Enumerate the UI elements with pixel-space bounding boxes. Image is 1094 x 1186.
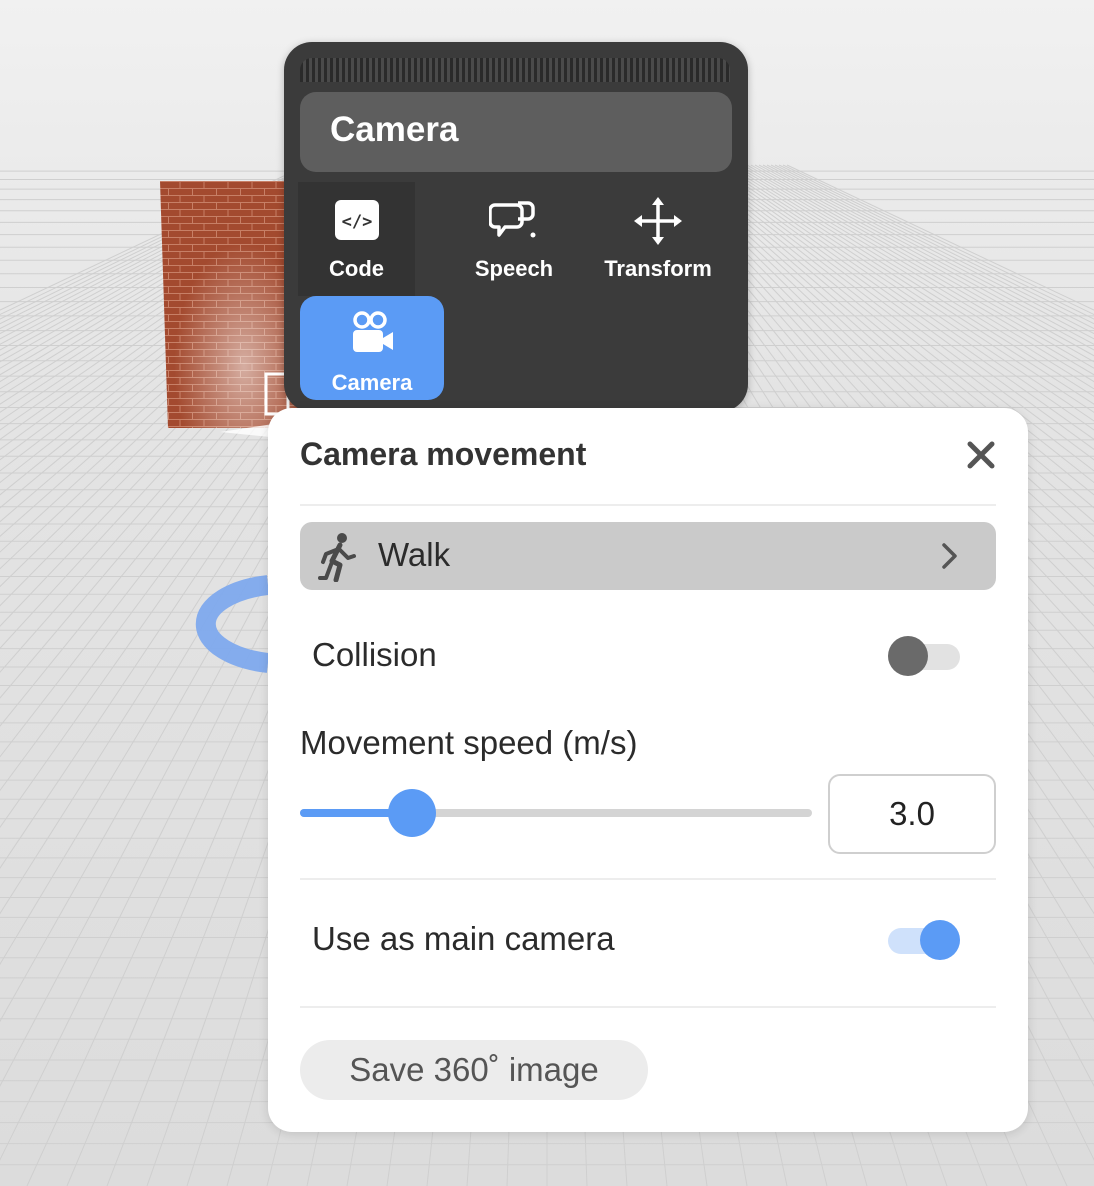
movement-speed-label: Movement speed (m/s) xyxy=(300,724,638,761)
tab-camera-label: Camera xyxy=(331,370,413,395)
main-camera-label: Use as main camera xyxy=(312,920,615,957)
svg-text:</>: </> xyxy=(341,212,372,232)
toggle-knob xyxy=(888,636,928,676)
movement-speed-input[interactable] xyxy=(828,774,996,854)
brick-wall[interactable] xyxy=(160,181,300,428)
close-icon[interactable] xyxy=(964,438,998,472)
main-camera-toggle[interactable] xyxy=(888,920,960,960)
speech-bubble-icon xyxy=(489,201,536,238)
walking-person-icon xyxy=(318,533,356,582)
movement-mode-selector[interactable]: Walk xyxy=(300,522,996,590)
component-panel: Camera </> Code Speech Transform Camera xyxy=(284,42,748,412)
movement-speed-slider[interactable] xyxy=(300,788,812,838)
movement-mode-label: Walk xyxy=(378,536,451,573)
chevron-right-icon xyxy=(942,543,957,569)
save-360-image-button[interactable]: Save 360˚ image xyxy=(300,1040,648,1100)
divider xyxy=(300,504,996,506)
panel-title: Camera movement xyxy=(300,436,587,472)
drag-handle[interactable] xyxy=(300,58,730,82)
tab-code-label: Code xyxy=(329,256,384,281)
camera-properties-panel: Camera movement Walk Collision Movement … xyxy=(268,408,1028,1132)
slider-fill xyxy=(300,809,393,817)
tab-transform-label: Transform xyxy=(604,256,712,281)
code-icon: </> xyxy=(334,200,379,240)
tab-speech[interactable]: Speech xyxy=(442,182,586,296)
tab-speech-label: Speech xyxy=(474,256,554,281)
divider xyxy=(300,1006,996,1008)
tab-code[interactable]: </> Code xyxy=(298,182,415,296)
toggle-knob xyxy=(920,920,960,960)
video-camera-icon xyxy=(353,311,393,352)
slider-thumb[interactable] xyxy=(388,789,437,837)
move-arrows-icon xyxy=(634,197,682,245)
collision-toggle[interactable] xyxy=(888,636,960,676)
collision-label: Collision xyxy=(312,636,437,673)
divider xyxy=(300,878,996,880)
component-title: Camera xyxy=(330,110,459,149)
tab-transform[interactable]: Transform xyxy=(586,182,730,296)
selection-ring[interactable] xyxy=(195,575,270,673)
tab-camera[interactable]: Camera xyxy=(300,296,444,400)
component-title-box: Camera xyxy=(300,92,732,172)
